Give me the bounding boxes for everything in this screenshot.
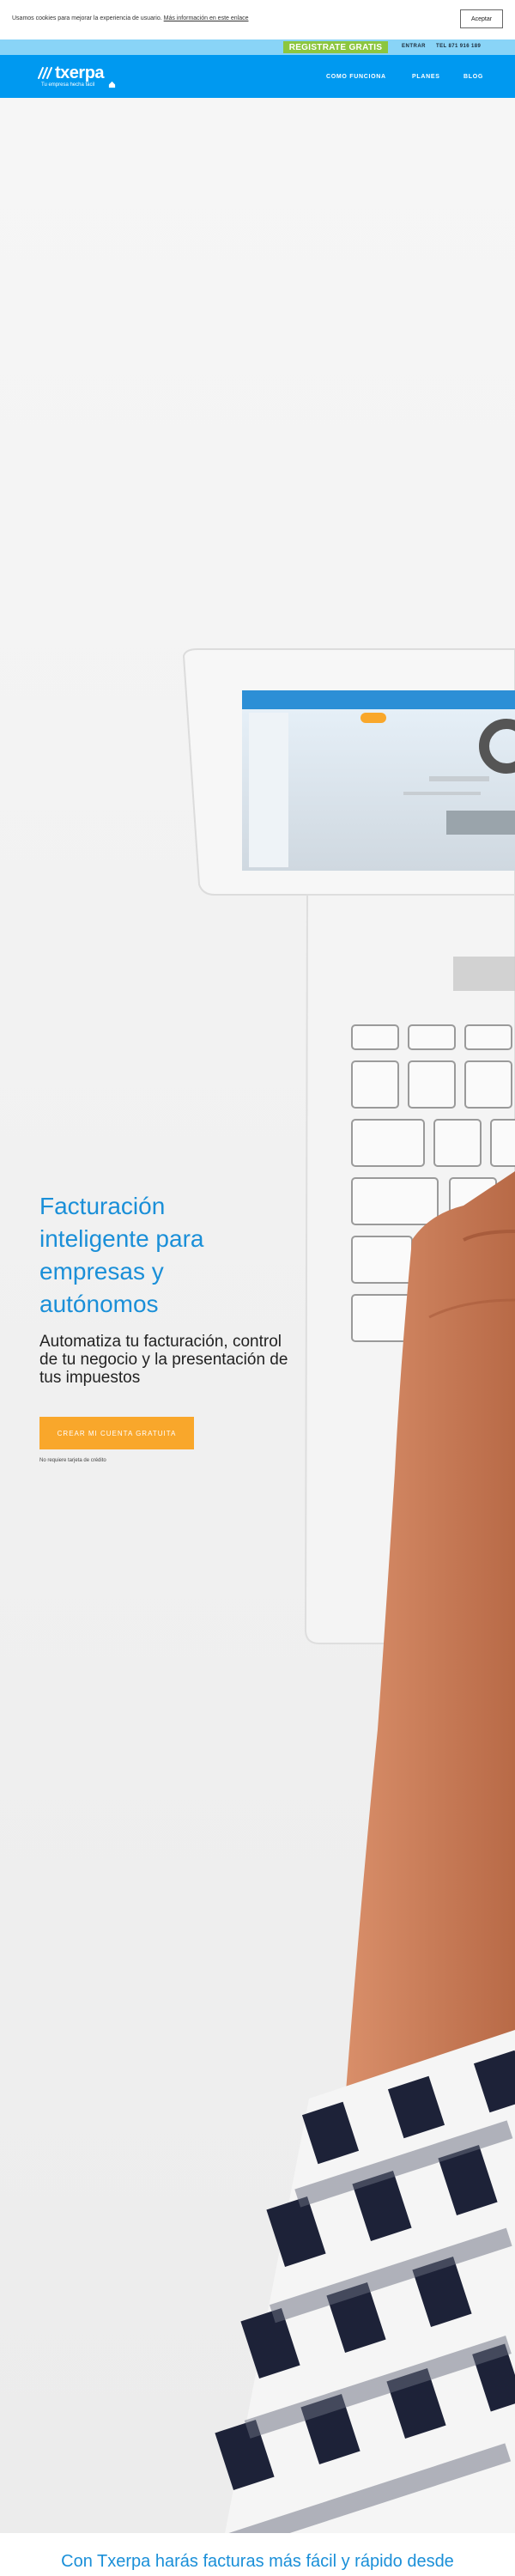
cookie-text: Usamos cookies para mejorar la experienc… xyxy=(12,15,162,21)
main-nav: txerpa Tu empresa hecha fácil COMO FUNCI… xyxy=(0,55,515,98)
cta-note: No requiere tarjeta de crédito xyxy=(39,1458,106,1463)
logo-tagline: Tu empresa hecha fácil xyxy=(41,82,95,88)
cookie-accept-button[interactable]: Aceptar xyxy=(460,9,503,28)
register-button[interactable]: REGISTRATE GRATIS xyxy=(283,41,388,53)
hero-section: Facturación inteligente para empresas y … xyxy=(0,98,515,2533)
top-bar: REGISTRATE GRATIS ENTRAR TEL 871 916 189 xyxy=(0,39,515,55)
nav-link-planes[interactable]: PLANES xyxy=(412,74,440,80)
nav-link-blog[interactable]: BLOG xyxy=(464,74,483,80)
logo[interactable]: txerpa Tu empresa hecha fácil xyxy=(38,64,141,89)
cookie-info-link[interactable]: Más información en este enlace xyxy=(164,15,249,21)
hero-subtitle: Automatiza tu facturación, control de tu… xyxy=(39,1333,288,1387)
create-account-button[interactable]: CREAR MI CUENTA GRATUITA xyxy=(39,1417,194,1449)
home-icon xyxy=(108,81,116,88)
logo-text: txerpa xyxy=(55,64,105,82)
cookie-message: Usamos cookies para mejorar la experienc… xyxy=(12,15,249,21)
features-heading: Con Txerpa harás facturas más fácil y rá… xyxy=(61,2552,454,2571)
nav-link-como-funciona[interactable]: COMO FUNCIONA xyxy=(326,74,386,80)
cookie-bar: Usamos cookies para mejorar la experienc… xyxy=(0,0,515,39)
phone-number[interactable]: TEL 871 916 189 xyxy=(436,44,481,49)
hero-title: Facturación inteligente para empresas y … xyxy=(39,1193,204,1317)
features-section: Con Txerpa harás facturas más fácil y rá… xyxy=(0,2533,515,2576)
txerpa-logo-icon xyxy=(38,67,52,79)
login-link[interactable]: ENTRAR xyxy=(402,44,426,49)
